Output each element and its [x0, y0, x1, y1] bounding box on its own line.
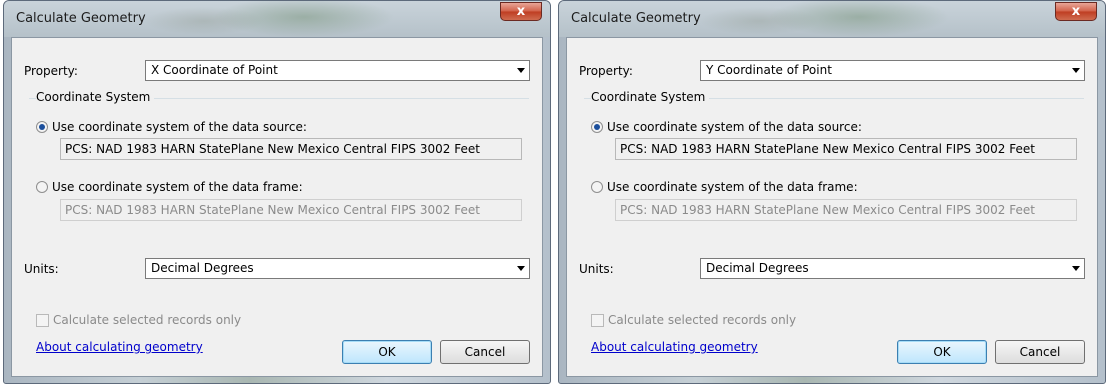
property-label: Property: — [579, 64, 633, 78]
chevron-down-icon — [1072, 68, 1080, 73]
dialog-title: Calculate Geometry — [571, 11, 701, 26]
cancel-button[interactable]: Cancel — [995, 340, 1085, 364]
title-bar[interactable]: Calculate Geometry x — [4, 1, 550, 37]
chevron-down-icon — [1072, 266, 1080, 271]
selected-only-checkbox — [36, 314, 49, 327]
units-dropdown[interactable]: Decimal Degrees — [700, 258, 1085, 279]
units-value: Decimal Degrees — [151, 261, 254, 275]
radio-data-source-label[interactable]: Use coordinate system of the data source… — [52, 120, 307, 134]
selected-only-checkbox — [591, 314, 604, 327]
radio-data-source-label[interactable]: Use coordinate system of the data source… — [607, 120, 862, 134]
chevron-down-icon — [517, 68, 525, 73]
selected-only-label: Calculate selected records only — [53, 313, 242, 327]
radio-data-frame-label[interactable]: Use coordinate system of the data frame: — [52, 180, 303, 194]
about-calculating-geometry-link[interactable]: About calculating geometry — [36, 340, 203, 354]
property-label: Property: — [24, 64, 78, 78]
radio-data-frame[interactable] — [36, 181, 48, 193]
cancel-button[interactable]: Cancel — [440, 340, 530, 364]
coordinate-system-label: Coordinate System — [36, 90, 155, 104]
property-dropdown[interactable]: X Coordinate of Point — [145, 60, 530, 81]
chevron-down-icon — [517, 266, 525, 271]
units-dropdown[interactable]: Decimal Degrees — [145, 258, 530, 279]
data-source-cs-field[interactable]: PCS: NAD 1983 HARN StatePlane New Mexico… — [60, 138, 522, 160]
about-calculating-geometry-link[interactable]: About calculating geometry — [591, 340, 758, 354]
property-value: X Coordinate of Point — [151, 63, 278, 77]
data-frame-cs-field: PCS: NAD 1983 HARN StatePlane New Mexico… — [60, 199, 522, 221]
ok-button[interactable]: OK — [342, 340, 432, 364]
selected-only-label: Calculate selected records only — [608, 313, 797, 327]
units-label: Units: — [579, 262, 614, 276]
dialog-title: Calculate Geometry — [16, 11, 146, 26]
data-frame-cs-field: PCS: NAD 1983 HARN StatePlane New Mexico… — [615, 199, 1077, 221]
data-source-cs-field[interactable]: PCS: NAD 1983 HARN StatePlane New Mexico… — [615, 138, 1077, 160]
coordinate-system-label: Coordinate System — [591, 90, 710, 104]
close-icon: x — [1071, 4, 1081, 19]
close-button[interactable]: x — [500, 2, 542, 21]
calculate-geometry-dialog-y: Calculate Geometry x Property: Y Coordin… — [558, 0, 1106, 384]
radio-data-frame-label[interactable]: Use coordinate system of the data frame: — [607, 180, 858, 194]
units-value: Decimal Degrees — [706, 261, 809, 275]
title-bar[interactable]: Calculate Geometry x — [559, 1, 1105, 37]
calculate-geometry-dialog-x: Calculate Geometry x Property: X Coordin… — [3, 0, 551, 384]
property-value: Y Coordinate of Point — [706, 63, 832, 77]
radio-data-source[interactable] — [591, 121, 603, 133]
radio-data-frame[interactable] — [591, 181, 603, 193]
dialog-body: Property: X Coordinate of Point Coordina… — [11, 37, 543, 377]
property-dropdown[interactable]: Y Coordinate of Point — [700, 60, 1085, 81]
dialog-body: Property: Y Coordinate of Point Coordina… — [566, 37, 1098, 377]
radio-data-source[interactable] — [36, 121, 48, 133]
ok-button[interactable]: OK — [897, 340, 987, 364]
close-icon: x — [516, 4, 526, 19]
close-button[interactable]: x — [1055, 2, 1097, 21]
units-label: Units: — [24, 262, 59, 276]
